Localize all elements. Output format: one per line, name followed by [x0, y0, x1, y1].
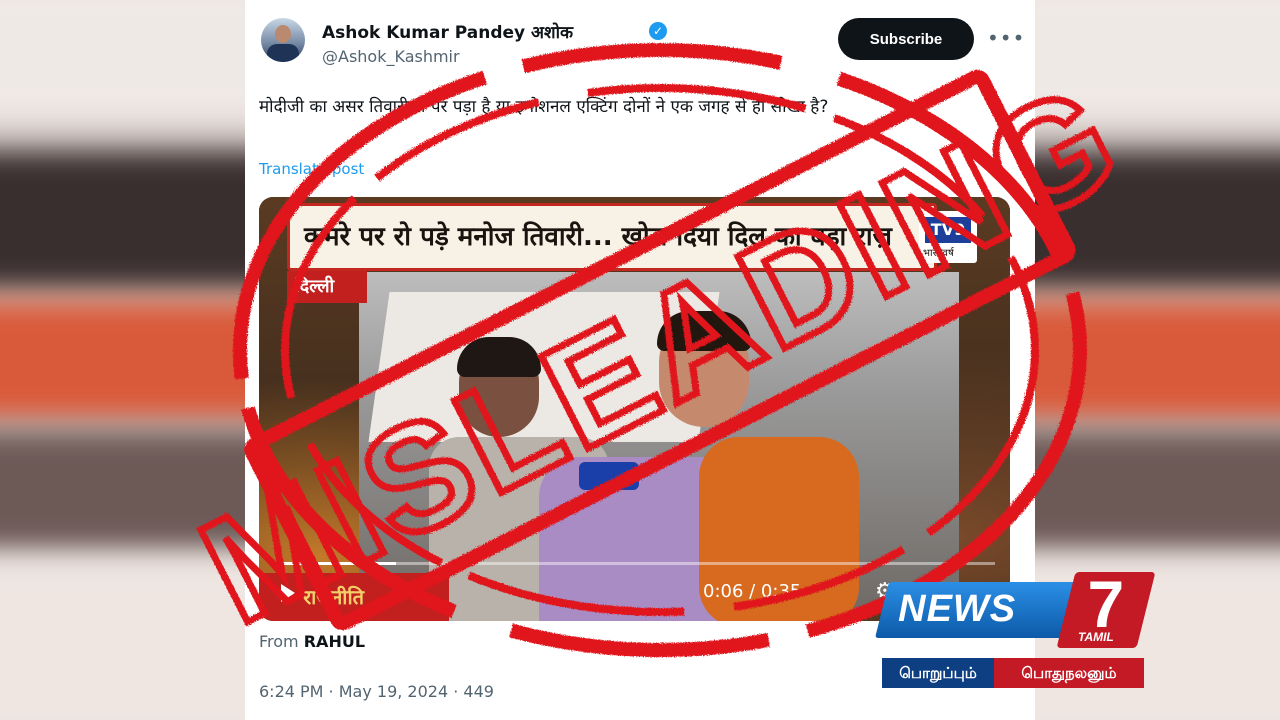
microphone	[579, 462, 639, 490]
avatar[interactable]	[261, 18, 305, 62]
logo-brand: NEWS	[898, 588, 1017, 630]
translate-post-link[interactable]: Translate post	[259, 160, 364, 178]
logo-sub: TAMIL	[1078, 630, 1114, 644]
subscribe-button[interactable]: Subscribe	[838, 18, 974, 60]
play-icon[interactable]	[281, 584, 295, 602]
video-headline-banner: कमरे पर रो पड़े मनोज तिवारी... खोल दिया …	[287, 203, 937, 271]
location-tag: दिल्ली	[287, 271, 367, 303]
from-name-link[interactable]: RAHUL	[304, 632, 365, 651]
channel-logo: TV9 भारतवर्ष	[919, 211, 977, 263]
blurred-background-left	[0, 0, 245, 720]
progress-fill	[273, 562, 396, 565]
logo-tagline-left: பொறுப்பும்	[882, 658, 994, 688]
logo-tagline-right: பொதுநலனும்	[994, 658, 1144, 688]
video-player[interactable]: कमरे पर रो पड़े मनोज तिवारी... खोल दिया …	[259, 197, 1010, 621]
channel-subtitle: भारतवर्ष	[923, 248, 954, 259]
tweet-timestamp[interactable]: 6:24 PM · May 19, 2024 · 449	[259, 682, 494, 701]
channel-badge: TV9	[925, 217, 971, 243]
author-handle[interactable]: @Ashok_Kashmir	[322, 47, 460, 66]
time-display: 0:06 / 0:35	[703, 581, 802, 602]
author-name[interactable]: Ashok Kumar Pandey अशोक	[322, 20, 573, 43]
more-options-icon[interactable]: •••	[987, 26, 1025, 50]
bottom-tag: राजनीति	[303, 585, 365, 609]
from-attribution: From RAHUL	[259, 632, 365, 651]
news7-tamil-logo: NEWS 7 TAMIL பொறுப்பும் பொதுநலனும்	[875, 567, 1156, 692]
from-prefix: From	[259, 632, 299, 651]
verified-badge-icon: ✓	[649, 22, 667, 40]
tweet-text: मोदीजी का असर तिवारीजी पर पड़ा है या इमो…	[259, 97, 829, 117]
